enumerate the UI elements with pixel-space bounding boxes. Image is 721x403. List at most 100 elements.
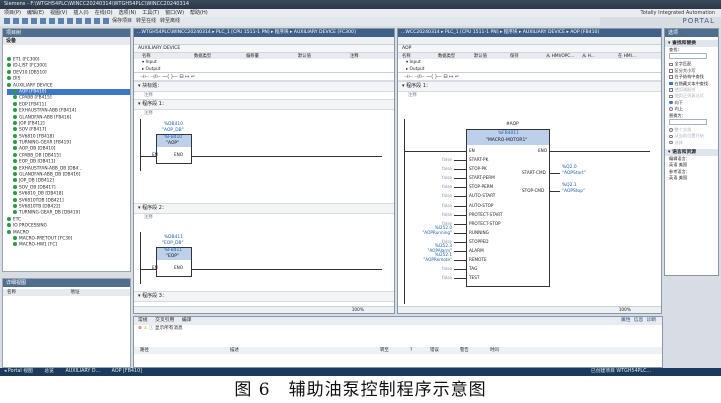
menu-item-8[interactable]: 帮助(H) <box>190 10 208 16</box>
fb-en-pin: EN <box>469 148 475 153</box>
replace-input[interactable] <box>669 118 707 125</box>
n1-wire-in <box>140 156 156 157</box>
radio-button[interactable] <box>669 134 673 139</box>
fb-input-wire <box>454 223 466 225</box>
checkbox[interactable] <box>669 62 673 67</box>
tree-item-label: AUXILIARY DEVICE <box>13 83 53 89</box>
fb-eno-wire <box>550 151 650 152</box>
block-icon <box>13 197 17 202</box>
radio-button[interactable] <box>669 140 673 145</box>
toolbar-icon-6[interactable] <box>58 17 64 24</box>
taskbar-overview[interactable]: 总览 <box>44 369 54 374</box>
toolbar-icon-8[interactable] <box>76 17 82 24</box>
find-replace-section[interactable]: ▾ 查找和替换 <box>665 40 718 47</box>
tab-general[interactable]: 常规 <box>138 318 148 323</box>
toolbar-button-2[interactable]: 转至离线 <box>160 17 180 26</box>
toolbar-icon-9[interactable] <box>85 17 91 24</box>
toolbar-icon-1[interactable] <box>13 17 19 24</box>
block-icon <box>13 210 17 215</box>
radio-button[interactable] <box>669 100 673 105</box>
tree-item-label: SV6810 [FB418] <box>19 134 54 140</box>
checkbox[interactable] <box>669 81 673 86</box>
taskbar-aop[interactable]: AOP [FB410] <box>112 369 142 374</box>
devices-tab[interactable]: 设备 <box>3 37 130 45</box>
tab-info[interactable]: 信息 <box>634 318 644 323</box>
toolbar-icon-0[interactable] <box>4 17 10 24</box>
block-icon <box>7 63 11 68</box>
taskbar-auxiliary-device[interactable]: AUXILIARY D... <box>66 369 101 374</box>
toolbar-button-0[interactable]: 保存项目 <box>112 17 132 26</box>
tab-compile[interactable]: 编译 <box>182 318 192 323</box>
toolbar-icon-7[interactable] <box>67 17 73 24</box>
menu-item-3[interactable]: 插入(I) <box>73 10 88 16</box>
checkbox[interactable] <box>669 88 673 92</box>
iface-row-output-aop[interactable]: ▸ Output <box>406 66 661 73</box>
tab-properties[interactable]: 属性 <box>621 318 631 323</box>
menu-item-7[interactable]: 窗口(W) <box>165 10 184 16</box>
replace-option[interactable]: 选择 <box>665 140 718 146</box>
menu-item-4[interactable]: 在线(O) <box>95 10 113 16</box>
replace-option-label: 选择 <box>674 139 683 145</box>
iface-row-output[interactable]: ▸ Output <box>142 66 394 73</box>
menu-item-5[interactable]: 选项(N) <box>119 10 137 16</box>
network-1-header[interactable]: ▾ 程序段 1： <box>134 99 394 110</box>
fb-input-wire <box>454 232 466 234</box>
tree-item[interactable]: MACRO-HW1 [FC] <box>7 242 130 248</box>
toolbar-icon-5[interactable] <box>49 17 55 24</box>
portal-view-button[interactable]: ◂ Portal 视图 <box>4 369 33 374</box>
toolbar-icon-2[interactable] <box>22 17 28 24</box>
error-icon[interactable]: ⊗ <box>138 326 142 331</box>
tab-diagnostics[interactable]: 诊断 <box>646 318 656 323</box>
detail-view-title[interactable]: 详细视图 <box>3 279 130 287</box>
fb-input-value: false <box>442 266 452 272</box>
editor-horizontal-scrollbar[interactable]: 100% <box>134 306 394 313</box>
iface-row-input[interactable]: ▾ Input <box>142 59 394 66</box>
checkbox[interactable] <box>669 94 673 99</box>
tree-item-label: EXHAUSTFAN-ABB_DB [DB4... <box>19 166 83 172</box>
iface-col-6: 在 HMI... <box>618 54 636 59</box>
message-col: 转至 <box>380 348 389 353</box>
block-name: AUXILIARY DEVICE <box>134 45 394 52</box>
fb-instance: #AOP <box>506 122 519 127</box>
iface-col-offset: 偏移量 <box>246 54 259 59</box>
block-icon <box>13 88 17 93</box>
menu-item-1[interactable]: 编辑(E) <box>27 10 44 16</box>
block-icon <box>13 178 17 183</box>
network-1-header-aop[interactable]: ▾ 程序段 1： <box>398 81 661 92</box>
editor-horizontal-scrollbar-aop[interactable]: 100% <box>398 306 661 313</box>
info-icon[interactable]: ⓘ <box>149 326 154 331</box>
ref-language-select[interactable]: 英语 美国 <box>665 175 718 181</box>
warning-icon[interactable]: ⚠ <box>143 326 147 331</box>
menu-item-0[interactable]: 项目(P) <box>4 10 21 16</box>
find-input[interactable] <box>669 53 707 60</box>
ladder-toolbar: ⊣⊢ ⊣/⊢ —( )— ⊟ ↦ ↵ <box>134 73 394 81</box>
network-3-header[interactable]: ▾ 程序段 3： <box>134 291 394 302</box>
toolbar-icon-4[interactable] <box>40 17 46 24</box>
tab-cross-reference[interactable]: 交叉引用 <box>155 318 174 323</box>
toolbar-icon-3[interactable] <box>31 17 37 24</box>
toolbar-button-1[interactable]: 转至在线 <box>136 17 156 26</box>
message-col: 描述 <box>230 348 239 353</box>
filter-select[interactable]: 显示所有消息 <box>155 326 183 331</box>
menu-item-2[interactable]: 视图(V) <box>50 10 67 16</box>
radio-button[interactable] <box>669 107 673 111</box>
zoom-level-aop[interactable]: 100% <box>619 308 631 313</box>
radio-button[interactable] <box>669 128 673 132</box>
message-filter[interactable]: ⊗ ⚠ ⓘ 显示所有消息 <box>134 325 662 333</box>
direction-label: 向上 <box>674 106 683 112</box>
block-icon <box>13 140 17 145</box>
block-title-segment[interactable]: ▾ 块标题： <box>134 81 394 92</box>
interface-header-aop: 名称 数据类型 默认值 保持从 HMI/OPC... 从 H... 在 HMI... <box>398 52 661 59</box>
block-icon <box>13 184 17 189</box>
iface-col-4: 从 HMI/OPC... <box>546 54 575 59</box>
zoom-level[interactable]: 100% <box>352 308 364 313</box>
fb-input-pin: PROTECT-START <box>469 211 503 217</box>
block-icon <box>7 69 11 74</box>
menu-item-6[interactable]: 工具(T) <box>142 10 159 16</box>
checkbox[interactable] <box>669 69 673 73</box>
checkbox[interactable] <box>669 75 673 79</box>
network-2-header[interactable]: ▾ 程序段 2： <box>134 203 394 214</box>
toolbar-icon-11[interactable] <box>103 17 109 24</box>
toolbar-icon-10[interactable] <box>94 17 100 24</box>
iface-row-input-aop[interactable]: ▾ Input <box>406 59 661 66</box>
